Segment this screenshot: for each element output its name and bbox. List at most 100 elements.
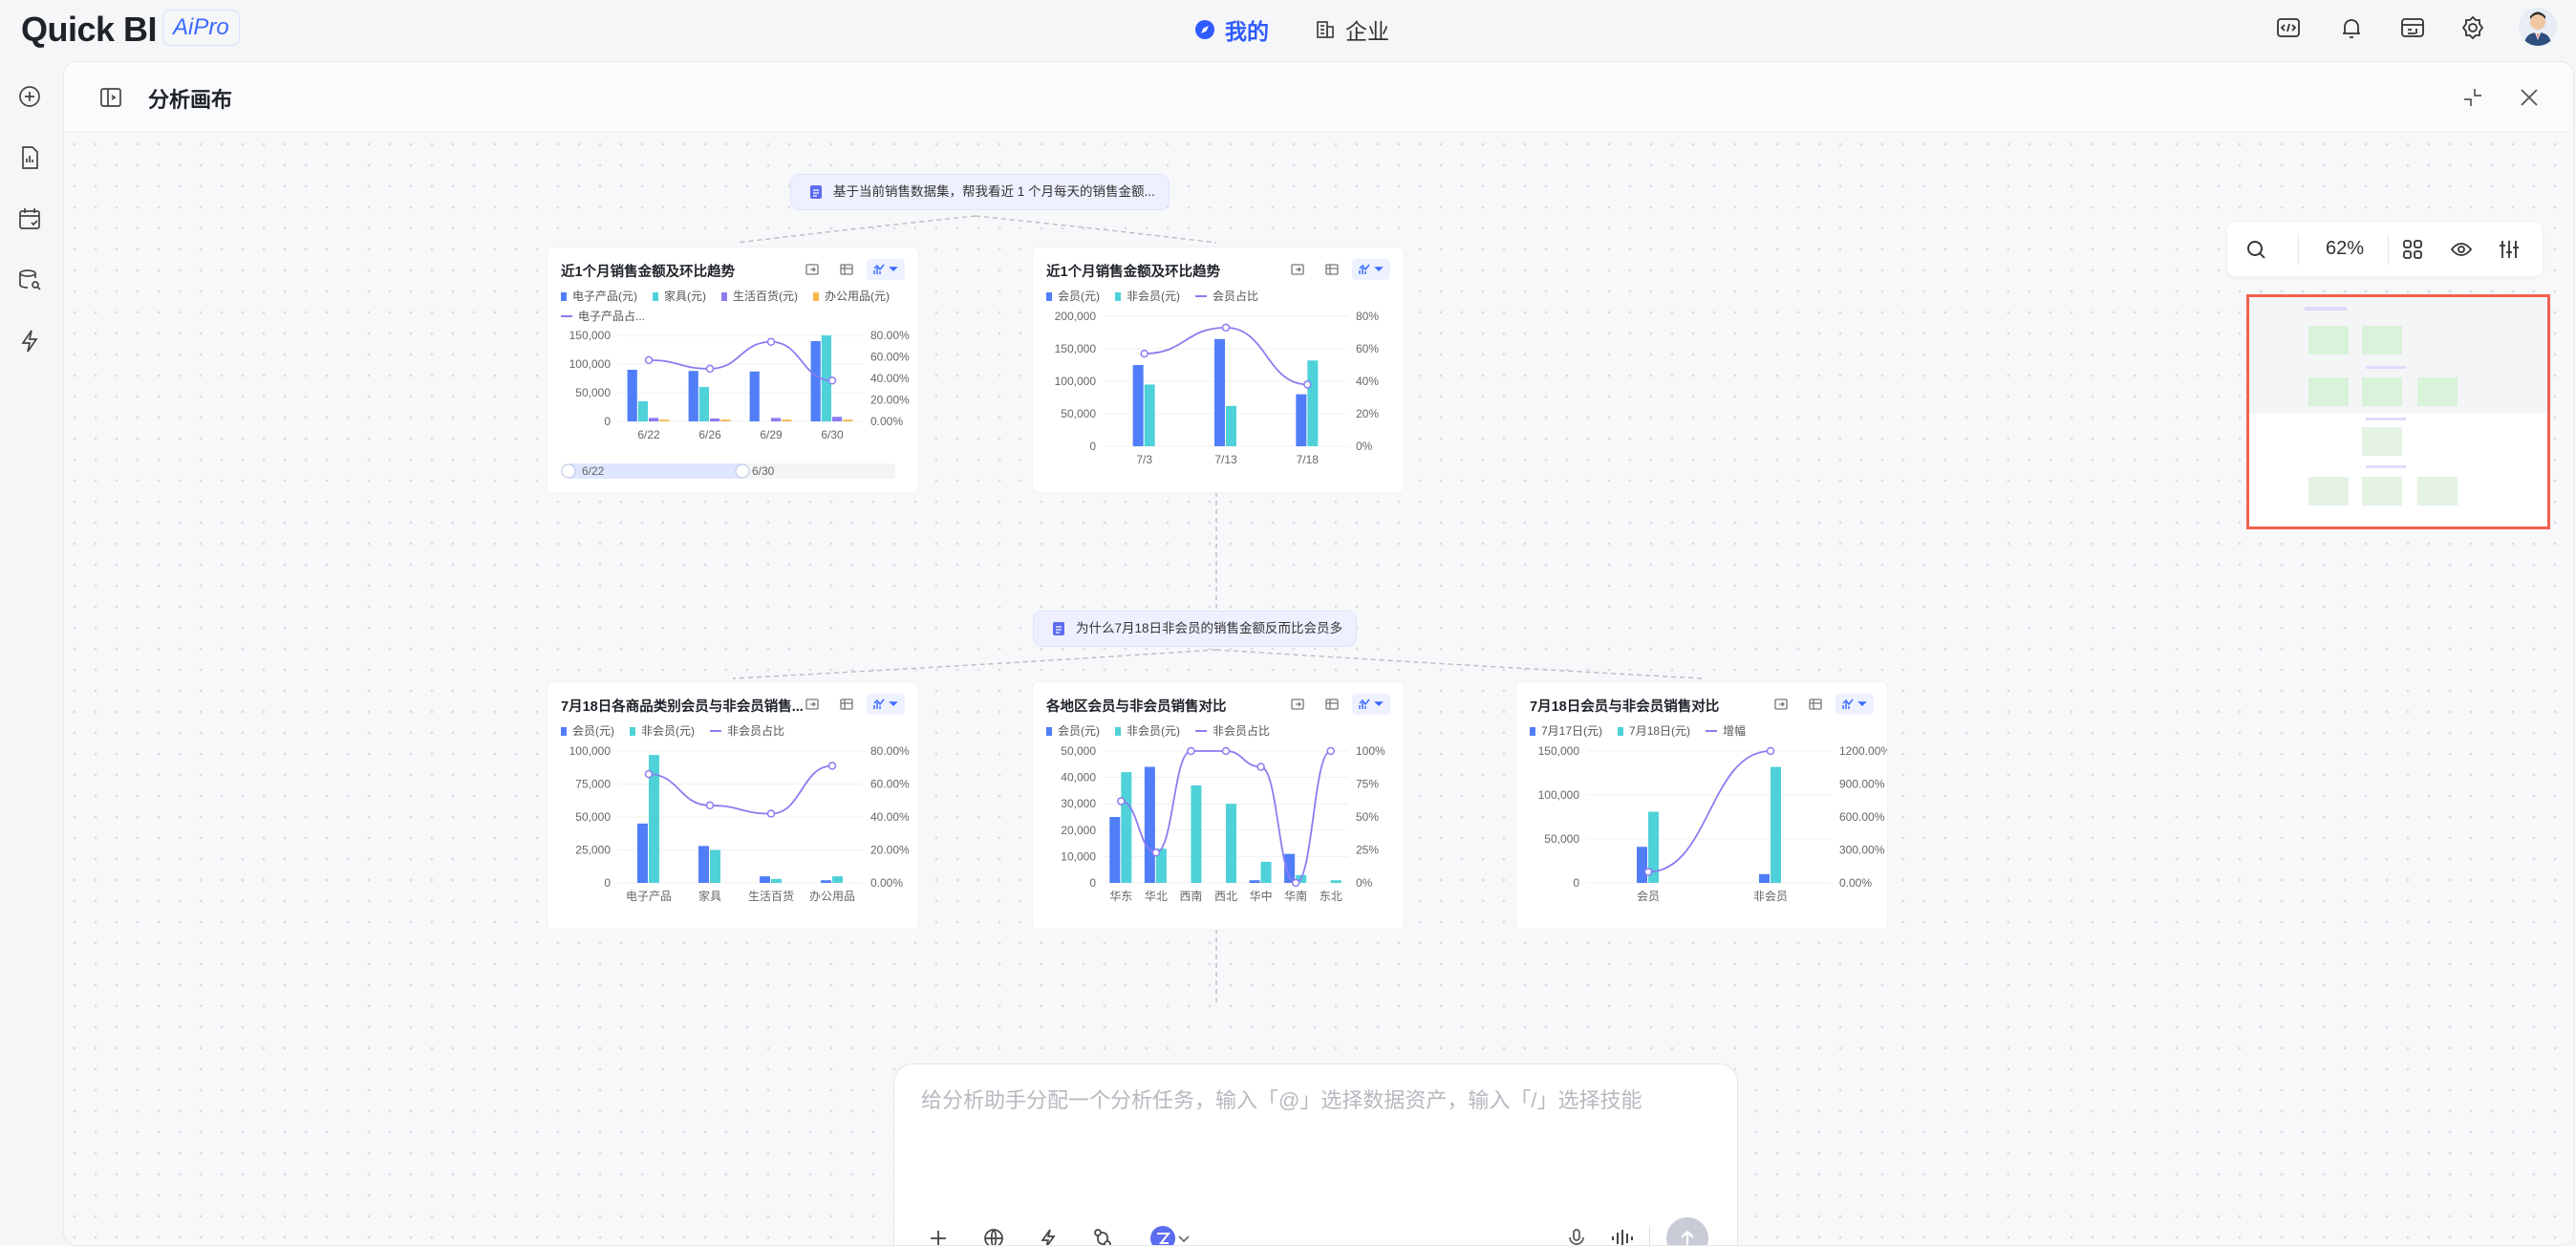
code-icon[interactable]	[2274, 13, 2303, 42]
close-icon[interactable]	[2517, 85, 2542, 110]
calendar-icon[interactable]	[15, 204, 44, 233]
app-logo[interactable]: Quick BI	[21, 10, 158, 50]
chart-card-5[interactable]: 7月18日会员与非会员销售对比 7月17日(元) 7月18日(元) 增幅 150,000…	[1516, 682, 1887, 929]
line-point[interactable]	[1766, 746, 1775, 756]
bar[interactable]	[810, 341, 821, 421]
legend-item[interactable]: 非会员(元)	[1115, 288, 1180, 304]
bar[interactable]	[1296, 874, 1307, 883]
bar[interactable]	[637, 823, 648, 883]
settings-sliders-icon[interactable]	[2498, 238, 2521, 261]
search-icon[interactable]	[2244, 238, 2267, 261]
line-point[interactable]	[1151, 849, 1161, 857]
bar[interactable]	[637, 401, 648, 421]
chart-type-dropdown[interactable]	[1835, 694, 1874, 715]
export-icon[interactable]	[1283, 259, 1312, 280]
legend-item[interactable]: 7月17日(元)	[1530, 722, 1602, 739]
tab-mine[interactable]: 我的	[1194, 13, 1269, 46]
bar[interactable]	[771, 878, 782, 883]
line-point[interactable]	[827, 762, 837, 770]
bar[interactable]	[1284, 853, 1296, 883]
minimize-icon[interactable]	[2460, 85, 2485, 110]
report-icon[interactable]	[15, 143, 44, 172]
bar[interactable]	[1132, 365, 1144, 446]
legend-item[interactable]: 会员(元)	[1046, 288, 1100, 304]
legend-item[interactable]: 会员占比	[1195, 288, 1258, 304]
question-pill-2[interactable]: 为什么7月18日非会员的销售金额反而比会员多	[1033, 611, 1358, 647]
legend-item[interactable]: 办公用品(元)	[813, 288, 890, 304]
layout-icon[interactable]	[2401, 238, 2424, 261]
line-point[interactable]	[1303, 380, 1312, 389]
chat-input-box[interactable]: 给分析助手分配一个分析任务，输入「@」选择数据资产，输入「/」选择技能	[893, 1063, 1738, 1245]
bar[interactable]	[688, 371, 698, 421]
line-point[interactable]	[1291, 878, 1300, 888]
bar[interactable]	[821, 335, 831, 421]
question-pill-1[interactable]: 基于当前销售数据集，帮我看近 1 个月每天的销售金额...	[790, 174, 1170, 210]
bar[interactable]	[1307, 360, 1319, 446]
dashboard-icon[interactable]	[2398, 13, 2427, 42]
bar[interactable]	[1260, 861, 1272, 883]
legend-item[interactable]: 非会员占比	[1195, 722, 1270, 739]
bar[interactable]	[1771, 766, 1781, 883]
bar[interactable]	[627, 370, 637, 421]
chart-card-2[interactable]: 近1个月销售金额及环比趋势 会员(元) 非会员(元) 会员占比 200,000 150,0…	[1033, 247, 1404, 492]
line-point[interactable]	[1117, 797, 1126, 806]
chart-card-1[interactable]: 近1个月销售金额及环比趋势 电子产品(元) 家具(元) 生活百货(元) 办公用品(元) 电…	[547, 247, 918, 492]
chart-card-3[interactable]: 7月18日各商品类别会员与非会员销售... 会员(元) 非会员(元) 非会员占比 100…	[547, 682, 918, 929]
skill-button[interactable]	[1027, 1217, 1069, 1245]
table-view-icon[interactable]	[1318, 259, 1346, 280]
bar[interactable]	[649, 755, 659, 883]
bar[interactable]	[760, 876, 770, 883]
line-point[interactable]	[766, 809, 776, 818]
bar[interactable]	[1214, 338, 1225, 446]
minimap[interactable]	[2246, 294, 2550, 529]
bar[interactable]	[749, 371, 760, 421]
bar[interactable]	[1121, 772, 1132, 883]
bar[interactable]	[782, 419, 792, 421]
avatar[interactable]	[2519, 8, 2557, 46]
line-point[interactable]	[766, 337, 776, 346]
bar[interactable]	[710, 419, 720, 421]
bar[interactable]	[1296, 394, 1307, 446]
legend-item[interactable]: 非会员(元)	[1115, 722, 1180, 739]
legend-item[interactable]: 会员(元)	[1046, 722, 1100, 739]
line-point[interactable]	[1256, 763, 1265, 771]
bar[interactable]	[659, 419, 670, 421]
gear-icon[interactable]	[2458, 13, 2487, 42]
chart-type-dropdown[interactable]	[1352, 694, 1390, 715]
line-point[interactable]	[644, 769, 654, 779]
slider-handle[interactable]	[735, 463, 750, 479]
bar[interactable]	[832, 417, 843, 421]
bar[interactable]	[1759, 873, 1770, 883]
eye-icon[interactable]	[2450, 238, 2473, 261]
chart-type-dropdown[interactable]	[867, 694, 905, 715]
line-point[interactable]	[1221, 323, 1231, 333]
bar[interactable]	[1109, 817, 1121, 883]
bar[interactable]	[1226, 405, 1236, 446]
table-view-icon[interactable]	[832, 259, 861, 280]
bar[interactable]	[1144, 384, 1155, 446]
range-slider-track[interactable]	[565, 463, 895, 479]
legend-item[interactable]: 增幅	[1706, 722, 1746, 739]
new-chat-icon[interactable]	[15, 82, 44, 111]
legend-item[interactable]: 7月18日(元)	[1618, 722, 1690, 739]
bar[interactable]	[1155, 849, 1167, 883]
bar[interactable]	[698, 387, 709, 421]
bar[interactable]	[698, 846, 709, 883]
data-source-button[interactable]	[1082, 1217, 1124, 1245]
bar[interactable]	[710, 849, 720, 884]
legend-item[interactable]: 会员(元)	[561, 722, 614, 739]
export-icon[interactable]	[798, 694, 826, 715]
send-button[interactable]	[1666, 1217, 1708, 1245]
bar[interactable]	[720, 419, 731, 421]
legend-item[interactable]: 家具(元)	[653, 288, 706, 304]
legend-item[interactable]: 非会员(元)	[630, 722, 695, 739]
export-icon[interactable]	[1767, 694, 1795, 715]
chart-card-4[interactable]: 各地区会员与非会员销售对比 会员(元) 非会员(元) 非会员占比 50,000 40,00…	[1033, 682, 1404, 929]
line-point[interactable]	[1140, 349, 1148, 358]
legend-item[interactable]: 生活百货(元)	[721, 288, 798, 304]
bar[interactable]	[843, 419, 853, 421]
tab-enterprise[interactable]: 企业	[1315, 13, 1389, 46]
bar[interactable]	[1637, 847, 1647, 883]
line-point[interactable]	[1326, 746, 1335, 756]
line-point[interactable]	[644, 355, 654, 365]
